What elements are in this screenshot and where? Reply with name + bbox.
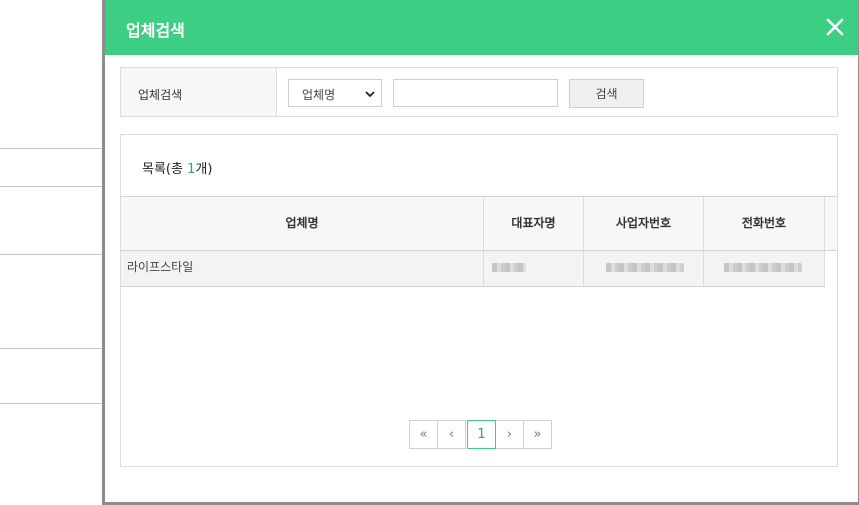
column-header-scroll-gutter: [825, 197, 837, 250]
result-count-prefix: 목록(총: [142, 162, 188, 177]
blurred-representative: [492, 263, 526, 272]
company-search-modal: 업체검색 업체검색 업체명 검색 목록(총 1개) 업체명 대표자명 사업자번호…: [102, 0, 859, 505]
column-header-company-name: 업체명: [121, 197, 484, 250]
first-page-button[interactable]: «: [409, 420, 438, 449]
background-divider: [0, 348, 104, 349]
column-header-representative: 대표자명: [484, 197, 584, 250]
result-count: 목록(총 1개): [142, 158, 212, 177]
background-divider: [0, 186, 104, 187]
search-label-cell: 업체검색: [121, 68, 277, 116]
modal-header: 업체검색: [105, 0, 858, 55]
prev-page-button[interactable]: ‹: [437, 420, 466, 449]
last-page-button[interactable]: »: [523, 420, 552, 449]
chevron-down-icon: [365, 88, 375, 98]
result-count-suffix: 개): [195, 162, 213, 177]
next-page-button[interactable]: ›: [495, 420, 524, 449]
close-icon[interactable]: [824, 16, 846, 38]
result-list-panel: 목록(총 1개) 업체명 대표자명 사업자번호 전화번호 라이프스타일 « ‹ …: [120, 134, 838, 467]
search-label: 업체검색: [138, 88, 183, 102]
background-divider: [0, 148, 104, 149]
cell-business-number: [584, 251, 704, 286]
cell-phone: [704, 251, 825, 286]
search-form: 업체검색 업체명 검색: [120, 67, 838, 117]
search-field-select[interactable]: 업체명: [288, 79, 382, 107]
search-input[interactable]: [393, 79, 558, 107]
table-header: 업체명 대표자명 사업자번호 전화번호: [121, 196, 837, 251]
background-divider: [0, 254, 104, 255]
column-header-business-number: 사업자번호: [584, 197, 704, 250]
column-header-phone: 전화번호: [704, 197, 825, 250]
table-row[interactable]: 라이프스타일: [121, 251, 825, 287]
search-field-selected: 업체명: [302, 88, 336, 102]
search-button[interactable]: 검색: [569, 79, 644, 108]
blurred-phone: [724, 263, 802, 272]
page-1-button[interactable]: 1: [467, 420, 496, 449]
modal-title: 업체검색: [126, 21, 185, 40]
cell-representative: [484, 251, 584, 286]
background-divider: [0, 403, 104, 404]
cell-company-name: 라이프스타일: [121, 251, 484, 286]
blurred-business-number: [606, 263, 684, 272]
